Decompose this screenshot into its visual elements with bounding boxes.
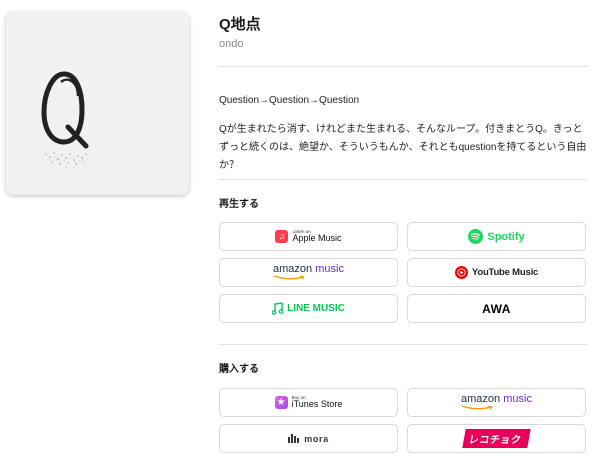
- itunes-store-label: iTunes Store: [291, 399, 343, 410]
- itunes-store-button[interactable]: ★ Buy on iTunes Store: [219, 388, 398, 417]
- song-title: Q地点: [219, 16, 261, 33]
- play-section-label: 再生する: [219, 199, 259, 210]
- mora-label: mora: [304, 433, 329, 444]
- spotify-icon: [468, 229, 484, 244]
- amazon-label: amazon: [273, 263, 313, 275]
- recochoku-logo: レコチョク: [462, 429, 531, 448]
- album-artwork: [6, 12, 189, 195]
- song-subtitle: Question→Question→Question: [219, 95, 360, 106]
- amazon-smile-icon: [273, 275, 305, 280]
- apple-music-icon: ♫: [275, 230, 289, 243]
- amazon-music-label: music: [315, 263, 344, 275]
- amazon-smile-icon: [461, 405, 493, 410]
- amazon-music-buy-button[interactable]: amazon music: [407, 388, 586, 417]
- line-music-label: LINE MUSIC: [287, 303, 345, 314]
- apple-music-label: Apple Music: [292, 233, 342, 244]
- spotify-label: Spotify: [487, 230, 525, 243]
- amazon-music-label: music: [503, 393, 532, 405]
- buy-section-label: 購入する: [219, 364, 259, 375]
- amazon-music-button[interactable]: amazon music: [219, 258, 398, 287]
- awa-logo: AWA: [482, 301, 511, 316]
- line-music-button[interactable]: LINE MUSIC: [219, 294, 398, 323]
- awa-button[interactable]: AWA: [407, 294, 586, 323]
- youtube-music-button[interactable]: YouTube Music: [407, 258, 586, 287]
- artwork-q-drawing: [41, 71, 89, 169]
- apple-music-button[interactable]: ♫ Listen on Apple Music: [219, 222, 398, 251]
- mora-icon: [288, 434, 300, 443]
- line-music-icon: [272, 302, 284, 315]
- itunes-star-icon: ★: [274, 396, 288, 409]
- divider: [219, 66, 588, 67]
- recochoku-button[interactable]: レコチョク: [407, 424, 586, 453]
- divider: [219, 179, 588, 180]
- artist-name[interactable]: ondo: [219, 38, 243, 50]
- song-description: Qが生まれたら消す、けれどまた生まれる、そんなループ。付きまとうQ。きっとずっと…: [219, 124, 587, 171]
- mora-button[interactable]: mora: [219, 424, 398, 453]
- youtube-music-label: YouTube Music: [471, 267, 539, 278]
- spotify-button[interactable]: Spotify: [407, 222, 586, 251]
- youtube-music-icon: [454, 266, 468, 279]
- amazon-label: amazon: [461, 393, 501, 405]
- divider: [219, 344, 588, 345]
